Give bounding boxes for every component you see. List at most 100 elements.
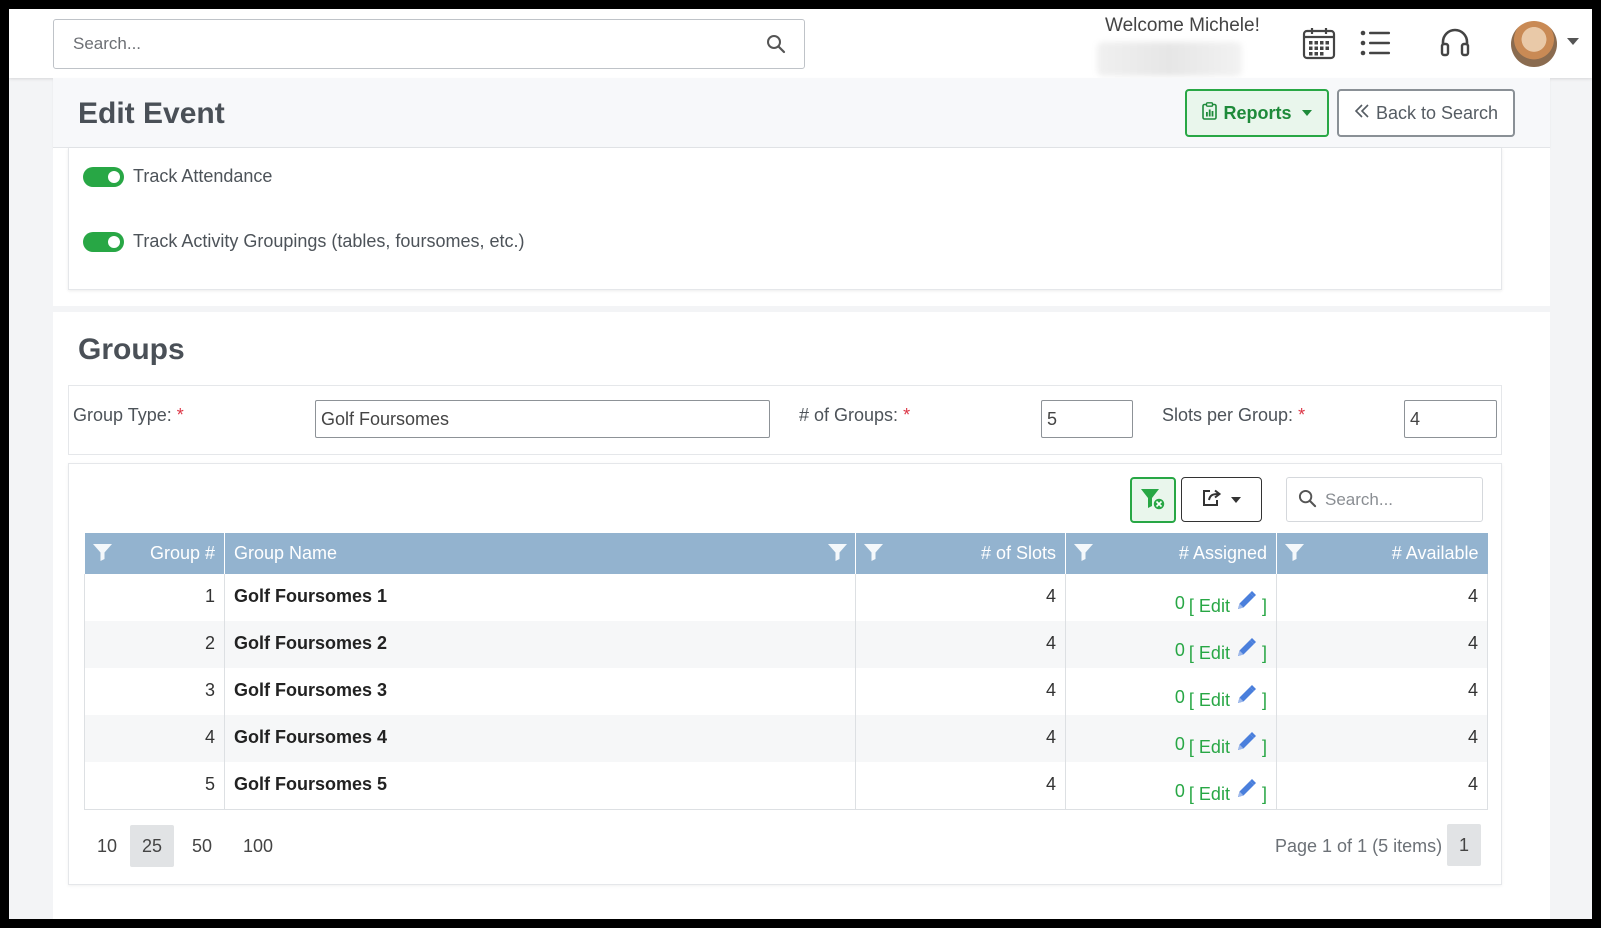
filter-icon[interactable] bbox=[1074, 544, 1093, 566]
list-icon[interactable] bbox=[1358, 25, 1394, 61]
export-button[interactable] bbox=[1181, 477, 1262, 522]
grid-search-input[interactable] bbox=[1325, 478, 1475, 521]
table-row[interactable]: 3 Golf Foursomes 3 4 0 [ Edit ] 4 bbox=[84, 668, 1488, 715]
available-cell: 4 bbox=[1276, 668, 1488, 715]
column-header-group-num[interactable]: Group # bbox=[84, 533, 225, 574]
pencil-icon[interactable] bbox=[1235, 732, 1257, 757]
avatar[interactable] bbox=[1511, 21, 1557, 67]
assigned-cell: 0 [ Edit ] bbox=[1065, 621, 1277, 668]
tracking-card: Track Attendance Track Activity Grouping… bbox=[68, 148, 1502, 290]
reports-button[interactable]: Reports bbox=[1185, 89, 1329, 137]
slots-per-group-label: Slots per Group: * bbox=[1162, 405, 1305, 426]
group-name-cell: Golf Foursomes 4 bbox=[224, 715, 856, 762]
table-row[interactable]: 2 Golf Foursomes 2 4 0 [ Edit ] 4 bbox=[84, 621, 1488, 668]
slots-per-group-input[interactable] bbox=[1404, 400, 1497, 438]
track-groupings-row: Track Activity Groupings (tables, fourso… bbox=[83, 231, 524, 252]
clear-filter-button[interactable] bbox=[1130, 477, 1176, 523]
assigned-count: 0 bbox=[1174, 781, 1185, 801]
page-size-10[interactable]: 10 bbox=[84, 825, 130, 867]
page-size-100[interactable]: 100 bbox=[230, 825, 286, 867]
group-name-cell: Golf Foursomes 1 bbox=[224, 574, 856, 621]
slots-cell: 4 bbox=[855, 621, 1066, 668]
pencil-icon[interactable] bbox=[1235, 779, 1257, 804]
edit-link[interactable]: [ Edit ] bbox=[1189, 778, 1267, 805]
pencil-icon[interactable] bbox=[1235, 591, 1257, 616]
edit-label: Edit bbox=[1198, 690, 1230, 710]
column-label: # Available bbox=[1391, 543, 1479, 563]
assigned-count: 0 bbox=[1174, 593, 1185, 613]
group-num-cell: 5 bbox=[84, 762, 225, 810]
edit-link[interactable]: [ Edit ] bbox=[1189, 637, 1267, 664]
column-label: Group # bbox=[149, 543, 215, 563]
filter-icon[interactable] bbox=[92, 544, 112, 566]
calendar-icon[interactable] bbox=[1301, 25, 1337, 61]
available-cell: 4 bbox=[1276, 762, 1488, 810]
group-num-cell: 3 bbox=[84, 668, 225, 715]
assigned-count: 0 bbox=[1174, 734, 1185, 754]
page-title: Edit Event bbox=[78, 97, 225, 130]
welcome-message: Welcome Michele! bbox=[1105, 15, 1260, 36]
table-row[interactable]: 1 Golf Foursomes 1 4 0 [ Edit ] 4 bbox=[84, 574, 1488, 621]
num-groups-input[interactable] bbox=[1041, 400, 1133, 438]
column-header-num-assigned[interactable]: # Assigned bbox=[1065, 533, 1277, 574]
pencil-icon[interactable] bbox=[1235, 685, 1257, 710]
assigned-count: 0 bbox=[1174, 640, 1185, 660]
track-attendance-toggle[interactable] bbox=[83, 166, 124, 187]
required-mark: * bbox=[176, 405, 184, 425]
page-button-1[interactable]: 1 bbox=[1447, 824, 1481, 866]
group-name-cell: Golf Foursomes 5 bbox=[224, 762, 856, 810]
group-num-cell: 1 bbox=[84, 574, 225, 621]
page-size-25[interactable]: 25 bbox=[130, 825, 174, 867]
edit-bracket-close: ] bbox=[1261, 643, 1267, 663]
table-row[interactable]: 4 Golf Foursomes 4 4 0 [ Edit ] 4 bbox=[84, 715, 1488, 762]
column-label: # Assigned bbox=[1178, 543, 1267, 563]
group-type-label-text: Group Type: bbox=[73, 405, 172, 425]
assigned-cell: 0 [ Edit ] bbox=[1065, 762, 1277, 810]
assigned-cell: 0 [ Edit ] bbox=[1065, 574, 1277, 621]
table-header-row: Group # Group Name # of Slots # Assigned… bbox=[84, 533, 1488, 574]
table-row[interactable]: 5 Golf Foursomes 5 4 0 [ Edit ] 4 bbox=[84, 762, 1488, 810]
available-cell: 4 bbox=[1276, 621, 1488, 668]
back-to-search-button[interactable]: Back to Search bbox=[1337, 89, 1515, 137]
column-header-num-available[interactable]: # Available bbox=[1276, 533, 1488, 574]
filter-icon[interactable] bbox=[1285, 544, 1304, 566]
group-settings-row: Group Type: * # of Groups: * Slots per G… bbox=[68, 385, 1502, 455]
chevron-down-icon[interactable] bbox=[1567, 38, 1579, 45]
column-label: # of Slots bbox=[980, 543, 1056, 563]
edit-link[interactable]: [ Edit ] bbox=[1189, 684, 1267, 711]
caret-down-icon bbox=[1231, 496, 1241, 503]
page-header: Edit Event Reports Back to Search bbox=[53, 78, 1550, 148]
group-num-cell: 2 bbox=[84, 621, 225, 668]
edit-bracket-close: ] bbox=[1261, 690, 1267, 710]
track-attendance-label: Track Attendance bbox=[133, 166, 273, 186]
edit-label: Edit bbox=[1198, 784, 1230, 804]
group-name-cell: Golf Foursomes 3 bbox=[224, 668, 856, 715]
global-search-input[interactable] bbox=[54, 20, 754, 68]
clipboard-chart-icon bbox=[1202, 101, 1218, 125]
filter-icon[interactable] bbox=[864, 544, 883, 566]
edit-link[interactable]: [ Edit ] bbox=[1189, 731, 1267, 758]
global-search[interactable] bbox=[53, 19, 805, 69]
pencil-icon[interactable] bbox=[1235, 638, 1257, 663]
export-icon bbox=[1202, 489, 1222, 510]
column-label: Group Name bbox=[234, 543, 338, 563]
search-icon[interactable] bbox=[766, 34, 786, 59]
groups-title: Groups bbox=[78, 333, 185, 366]
edit-link[interactable]: [ Edit ] bbox=[1189, 590, 1267, 617]
column-header-num-slots[interactable]: # of Slots bbox=[855, 533, 1066, 574]
groups-section: Groups Group Type: * # of Groups: * Slot… bbox=[53, 312, 1550, 919]
assigned-count: 0 bbox=[1174, 687, 1185, 707]
group-type-input[interactable] bbox=[315, 400, 770, 438]
filter-icon[interactable] bbox=[828, 544, 847, 566]
app-frame: Welcome Michele! Edit Event Reports Bac bbox=[9, 9, 1592, 919]
page-size-50[interactable]: 50 bbox=[174, 825, 230, 867]
column-header-group-name[interactable]: Group Name bbox=[224, 533, 856, 574]
groups-grid: Group # Group Name # of Slots # Ass bbox=[68, 463, 1502, 885]
track-groupings-toggle[interactable] bbox=[83, 231, 124, 252]
grid-search[interactable] bbox=[1286, 477, 1483, 522]
available-cell: 4 bbox=[1276, 715, 1488, 762]
search-icon bbox=[1298, 489, 1317, 513]
headset-icon[interactable] bbox=[1437, 25, 1473, 61]
edit-bracket-close: ] bbox=[1261, 596, 1267, 616]
reports-label: Reports bbox=[1223, 102, 1292, 123]
